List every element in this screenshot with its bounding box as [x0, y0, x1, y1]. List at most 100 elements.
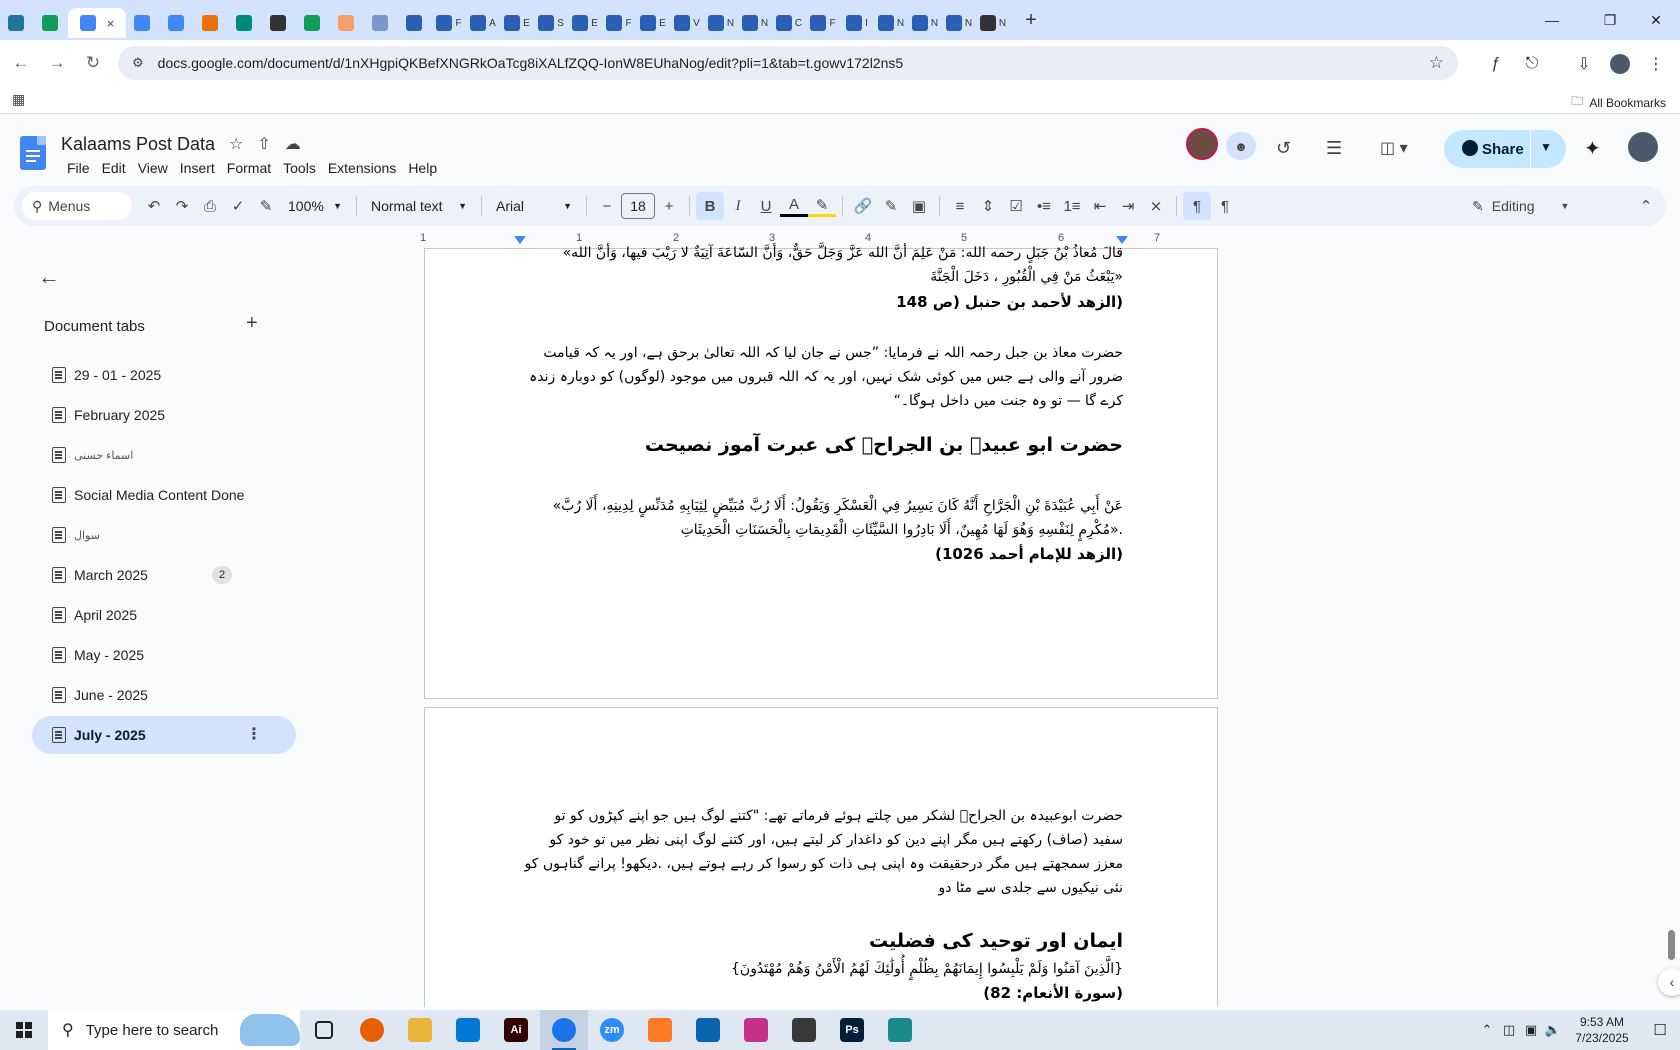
browser-tab[interactable]: [34, 8, 68, 38]
menu-tools[interactable]: Tools: [277, 160, 322, 176]
comments-icon[interactable]: ☰: [1326, 138, 1342, 159]
reference-text[interactable]: (الزهد للإمام أحمد 1026): [521, 542, 1123, 566]
browser-tab[interactable]: [262, 8, 296, 38]
start-button[interactable]: [0, 1010, 48, 1050]
taskbar-app[interactable]: [732, 1010, 780, 1050]
document-tab-item[interactable]: June - 2025: [32, 676, 296, 714]
taskbar-clock[interactable]: 9:53 AM 7/23/2025: [1564, 1014, 1640, 1046]
paint-format-icon[interactable]: ✎: [252, 192, 280, 220]
browser-tab[interactable]: [398, 8, 432, 38]
section-heading[interactable]: ایمان اور توحید کی فضلیت: [521, 926, 1123, 956]
checklist-icon[interactable]: ☑: [1002, 192, 1030, 220]
browser-tab[interactable]: [330, 8, 364, 38]
section-heading[interactable]: حضرت ابو عبیدہ بن الجراحؓ کی عبرت آموز ن…: [521, 430, 1123, 460]
browser-tab[interactable]: N: [976, 8, 1010, 38]
font-size-input[interactable]: 18: [621, 193, 655, 219]
taskbar-app[interactable]: [636, 1010, 684, 1050]
arabic-text[interactable]: قالَ مُعاذُ بْنُ جَبَلٍ رحمه الله: مَنْ …: [521, 241, 1123, 265]
insert-image-icon[interactable]: ▣: [905, 192, 933, 220]
quran-verse[interactable]: {الَّذِينَ آمَنُوا وَلَمْ يَلْبِسُوا إِي…: [521, 957, 1123, 981]
browser-tab[interactable]: F: [806, 8, 840, 38]
site-info-icon[interactable]: ⚙: [132, 55, 144, 71]
browser-tab[interactable]: [296, 8, 330, 38]
bulleted-list-icon[interactable]: •≡: [1030, 192, 1058, 220]
close-window-button[interactable]: ✕: [1632, 0, 1680, 40]
browser-tab[interactable]: S: [534, 8, 568, 38]
reference-text[interactable]: (سورة الأنعام: 82): [521, 981, 1123, 1005]
maximize-button[interactable]: ❐: [1586, 0, 1634, 40]
taskbar-app[interactable]: [444, 1010, 492, 1050]
taskbar-app[interactable]: [396, 1010, 444, 1050]
chrome-menu-icon[interactable]: ⋮: [1644, 52, 1668, 76]
taskbar-app[interactable]: Ai: [492, 1010, 540, 1050]
editing-mode-select[interactable]: ✎ Editing ▼: [1472, 192, 1590, 220]
reference-text[interactable]: (الزهد لأحمد بن حنبل (ص 148: [521, 290, 1123, 314]
add-tab-icon[interactable]: +: [246, 312, 258, 335]
move-folder-icon[interactable]: ⇧: [257, 134, 270, 154]
print-icon[interactable]: ⎙: [196, 192, 224, 220]
browser-tab[interactable]: C: [772, 8, 806, 38]
document-tab-item[interactable]: May - 2025: [32, 636, 296, 674]
apps-grid-icon[interactable]: ▦: [12, 91, 25, 108]
urdu-paragraph[interactable]: حضرت معاذ بن جبل رحمہ اللہ نے فرمایا: ”ج…: [521, 341, 1123, 413]
search-menus-input[interactable]: ⚲ Menus: [22, 192, 132, 220]
bookmark-star-icon[interactable]: ☆: [1429, 53, 1444, 73]
document-tab-item[interactable]: April 2025: [32, 596, 296, 634]
all-bookmarks-button[interactable]: 🗀 All Bookmarks: [1571, 92, 1666, 113]
browser-tab[interactable]: [126, 8, 160, 38]
star-icon[interactable]: ☆: [229, 134, 243, 154]
rtl-text-icon[interactable]: ¶: [1211, 192, 1239, 220]
style-select[interactable]: Normal text ▼: [363, 198, 475, 214]
browser-tab[interactable]: V: [670, 8, 704, 38]
version-history-icon[interactable]: ↺: [1276, 138, 1291, 159]
browser-tab[interactable]: N: [874, 8, 908, 38]
taskbar-app[interactable]: [348, 1010, 396, 1050]
italic-icon[interactable]: I: [724, 192, 752, 220]
document-tab-item[interactable]: سوال: [32, 516, 296, 554]
urdu-paragraph[interactable]: حضرت ابوعبیدہ بن الجراحؓ لشکر میں چلتے ہ…: [521, 804, 1123, 900]
line-spacing-icon[interactable]: ⇕: [974, 192, 1002, 220]
network-icon[interactable]: ▣: [1520, 1022, 1542, 1038]
browser-tab[interactable]: E: [500, 8, 534, 38]
taskbar-app[interactable]: [876, 1010, 924, 1050]
document-page[interactable]: قالَ مُعاذُ بْنُ جَبَلٍ رحمه الله: مَنْ …: [424, 245, 1218, 699]
browser-tab[interactable]: [364, 8, 398, 38]
browser-tab[interactable]: I: [840, 8, 874, 38]
browser-tab[interactable]: N: [908, 8, 942, 38]
collaborator-avatar[interactable]: [1186, 128, 1218, 160]
browser-tab[interactable]: [0, 8, 34, 38]
profile-avatar[interactable]: [1608, 52, 1632, 76]
meet-call-icon[interactable]: ◫ ▾: [1380, 138, 1408, 158]
cloud-saved-icon[interactable]: ☁: [285, 134, 301, 154]
browser-tab[interactable]: A: [466, 8, 500, 38]
document-page[interactable]: حضرت ابوعبیدہ بن الجراحؓ لشکر میں چلتے ہ…: [424, 707, 1218, 1007]
menu-edit[interactable]: Edit: [96, 160, 132, 176]
collapse-toolbar-icon[interactable]: ⌃: [1632, 192, 1660, 220]
menu-file[interactable]: File: [61, 160, 96, 176]
share-button[interactable]: Share ▼: [1444, 130, 1566, 168]
undo-icon[interactable]: ↶: [140, 192, 168, 220]
taskbar-app[interactable]: zm: [588, 1010, 636, 1050]
numbered-list-icon[interactable]: 1≡: [1058, 192, 1086, 220]
decrease-indent-icon[interactable]: ⇤: [1086, 192, 1114, 220]
back-button[interactable]: ←: [4, 46, 38, 80]
browser-tab[interactable]: ×: [68, 8, 126, 38]
forward-button[interactable]: →: [40, 46, 74, 80]
align-icon[interactable]: ≡: [946, 192, 974, 220]
font-select[interactable]: Arial ▼: [488, 198, 580, 214]
browser-tab[interactable]: [194, 8, 228, 38]
collaborators-icon[interactable]: ☻: [1226, 132, 1256, 160]
decrease-font-size-icon[interactable]: −: [593, 192, 621, 220]
scrollbar-track[interactable]: [1666, 249, 1680, 1009]
document-tab-item[interactable]: March 2025 2: [32, 556, 296, 594]
notifications-icon[interactable]: ☐: [1640, 1021, 1680, 1039]
menu-format[interactable]: Format: [221, 160, 277, 176]
download-icon[interactable]: ⇩: [1572, 52, 1596, 76]
arabic-paragraph[interactable]: عَنْ أَبِي عُبَيْدَةَ بْنِ الْجَرَّاحِ أ…: [521, 494, 1123, 542]
browser-tab[interactable]: E: [568, 8, 602, 38]
menu-view[interactable]: View: [132, 160, 174, 176]
taskbar-app[interactable]: [684, 1010, 732, 1050]
url-text[interactable]: docs.google.com/document/d/1nXHgpiQKBefX…: [158, 55, 904, 71]
minimize-button[interactable]: —: [1528, 0, 1576, 40]
browser-tab[interactable]: N: [704, 8, 738, 38]
